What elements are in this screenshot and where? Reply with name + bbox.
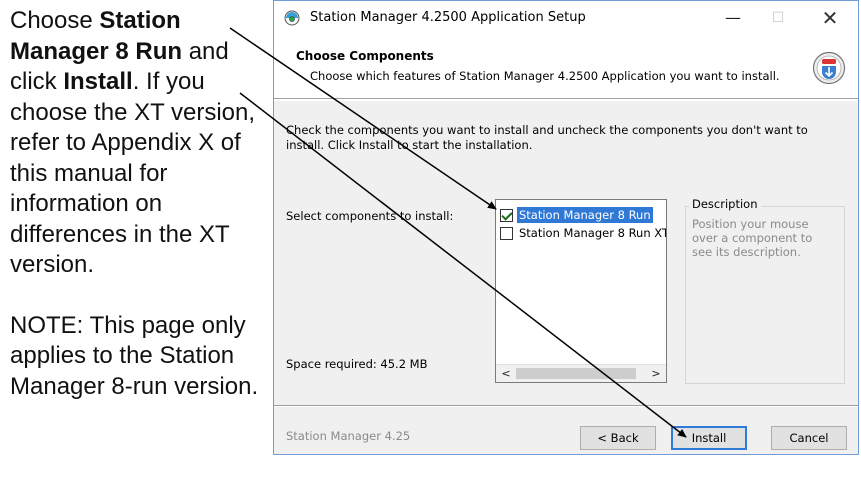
cancel-button[interactable]: Cancel bbox=[771, 426, 847, 450]
dialog-header: Choose Components Choose which features … bbox=[274, 37, 858, 99]
component-label: Station Manager 8 Run XT bbox=[519, 226, 667, 240]
components-instructions: Check the components you want to install… bbox=[286, 123, 808, 152]
installer-disc-icon bbox=[812, 51, 846, 85]
instruction-text-part: . If you choose the XT version, refer to… bbox=[10, 68, 256, 278]
horizontal-scrollbar[interactable]: < > bbox=[496, 364, 666, 382]
install-button[interactable]: Install bbox=[671, 426, 747, 450]
instruction-paragraph: Choose Station Manager 8 Run and click I… bbox=[10, 6, 260, 281]
description-title: Description bbox=[689, 197, 761, 211]
minimize-button[interactable]: — bbox=[713, 5, 753, 31]
scrollbar-thumb[interactable] bbox=[516, 368, 636, 379]
checkbox-checked[interactable] bbox=[500, 208, 513, 222]
space-required-label: Space required: 45.2 MB bbox=[286, 357, 428, 371]
installer-brand-label: Station Manager 4.25 bbox=[286, 429, 411, 443]
scroll-left-arrow-icon[interactable]: < bbox=[498, 366, 514, 381]
component-item-8-run-xt[interactable]: Station Manager 8 Run XT bbox=[500, 224, 667, 242]
components-panel: Check the components you want to install… bbox=[274, 101, 858, 405]
close-button[interactable]: ✕ bbox=[810, 5, 850, 31]
header-divider bbox=[274, 98, 858, 100]
description-text: Position your mouse over a component to … bbox=[692, 217, 813, 259]
instruction-install-word: Install bbox=[63, 68, 133, 95]
window-title: Station Manager 4.2500 Application Setup bbox=[310, 10, 586, 25]
select-components-label: Select components to install: bbox=[286, 209, 454, 223]
components-list[interactable]: Station Manager 8 Run Station Manager 8 … bbox=[495, 199, 667, 383]
page-subtitle: Choose which features of Station Manager… bbox=[310, 69, 780, 83]
dialog-footer: Station Manager 4.25 < Back Install Canc… bbox=[274, 407, 858, 454]
title-bar[interactable]: Station Manager 4.2500 Application Setup… bbox=[274, 1, 858, 37]
page-title: Choose Components bbox=[296, 49, 434, 63]
checkbox-unchecked[interactable] bbox=[500, 226, 513, 240]
scroll-right-arrow-icon[interactable]: > bbox=[648, 366, 664, 381]
back-button[interactable]: < Back bbox=[580, 426, 656, 450]
setup-dialog: Station Manager 4.2500 Application Setup… bbox=[273, 0, 859, 455]
installer-app-icon bbox=[284, 10, 300, 26]
instruction-text: Choose Station Manager 8 Run and click I… bbox=[10, 6, 260, 402]
component-item-8-run[interactable]: Station Manager 8 Run bbox=[500, 206, 653, 224]
component-label: Station Manager 8 Run bbox=[517, 207, 653, 223]
instruction-text-part: Choose bbox=[10, 7, 100, 34]
maximize-button[interactable]: ☐ bbox=[758, 5, 798, 31]
instruction-note: NOTE: This page only applies to the Stat… bbox=[10, 311, 259, 400]
